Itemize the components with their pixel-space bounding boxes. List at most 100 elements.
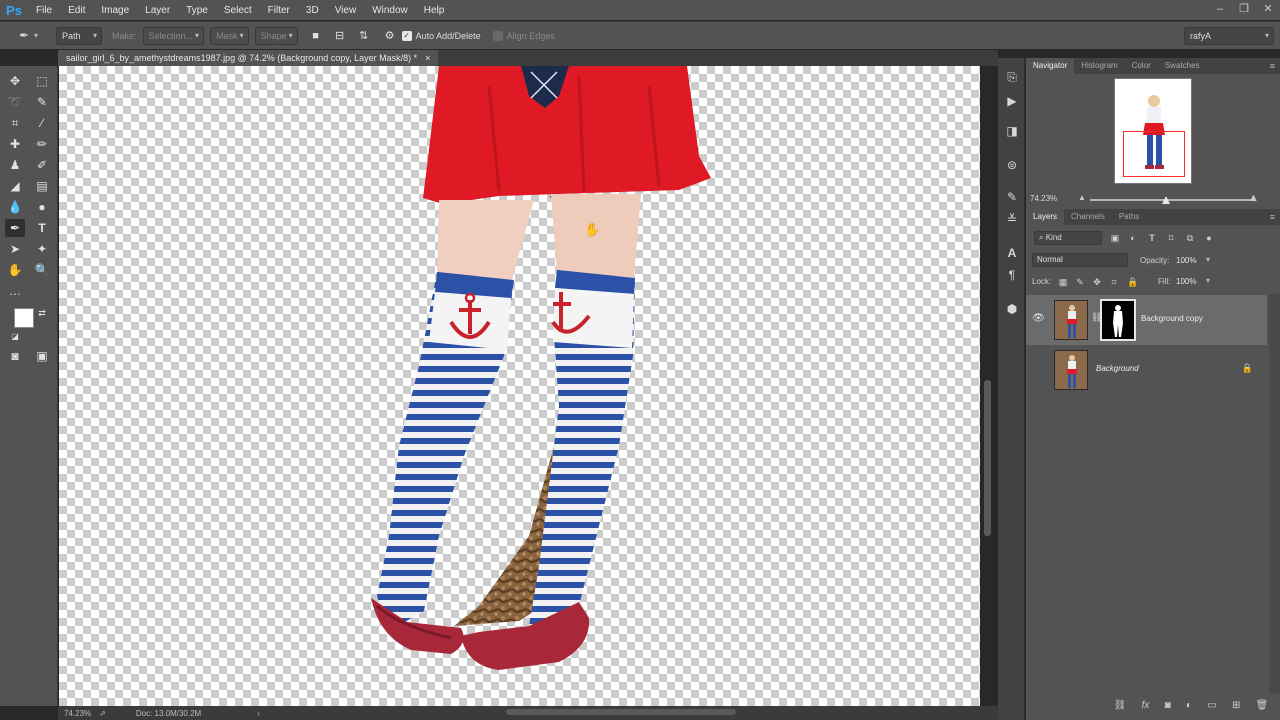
brush-tool-icon[interactable]: ✏ bbox=[32, 135, 52, 153]
adjustment-layer-icon[interactable]: ◐ bbox=[1186, 700, 1192, 716]
paragraph-panel-icon[interactable]: ¶ bbox=[1003, 266, 1021, 284]
lock-transparency-icon[interactable]: ▦ bbox=[1056, 275, 1070, 289]
healing-brush-tool-icon[interactable]: ✚ bbox=[5, 135, 25, 153]
make-selection-button[interactable]: Selection... bbox=[142, 26, 205, 45]
menu-view[interactable]: View bbox=[327, 5, 365, 16]
character-panel-icon[interactable]: A bbox=[1003, 244, 1021, 262]
layer-name[interactable]: Background copy bbox=[1141, 314, 1203, 323]
lock-image-pixels-icon[interactable]: ✎ bbox=[1073, 275, 1087, 289]
make-mask-button[interactable]: Mask bbox=[210, 26, 249, 45]
panel-menu-icon[interactable]: ≡ bbox=[1270, 58, 1275, 74]
history-panel-icon[interactable]: ⎘ bbox=[1003, 68, 1021, 86]
layers-scrollbar[interactable] bbox=[1269, 294, 1280, 694]
status-zoom[interactable]: 74.23% bbox=[64, 709, 91, 718]
quick-selection-tool-icon[interactable]: ✎ bbox=[32, 93, 52, 111]
zoom-tool-icon[interactable]: 🔍 bbox=[32, 261, 52, 279]
3d-panel-icon[interactable]: ⬢ bbox=[1003, 300, 1021, 318]
custom-shape-tool-icon[interactable]: ✦ bbox=[32, 240, 52, 258]
document-tab[interactable]: sailor_girl_6_by_amethystdreams1987.jpg … bbox=[58, 50, 439, 66]
blur-tool-icon[interactable]: 💧 bbox=[5, 198, 25, 216]
layer-name[interactable]: Background bbox=[1096, 364, 1139, 373]
dodge-tool-icon[interactable]: ● bbox=[32, 198, 52, 216]
navigator-zoom-value[interactable]: 74.23% bbox=[1030, 194, 1057, 203]
layer-mask-thumbnail[interactable] bbox=[1100, 299, 1136, 341]
workspace-dropdown[interactable]: rafyA bbox=[1184, 27, 1274, 45]
adjustments-panel-icon[interactable]: ◨ bbox=[1003, 122, 1021, 140]
navigator-thumbnail[interactable] bbox=[1114, 78, 1192, 184]
menu-help[interactable]: Help bbox=[416, 5, 453, 16]
minimize-button[interactable]: – bbox=[1208, 0, 1232, 20]
chevron-down-icon[interactable]: ▾ bbox=[34, 26, 38, 46]
horizontal-scrollbar-thumb[interactable] bbox=[506, 709, 736, 715]
properties-panel-icon[interactable]: ⊜ bbox=[1003, 156, 1021, 174]
filter-smart-object-icon[interactable]: ⧉ bbox=[1183, 231, 1197, 245]
menu-select[interactable]: Select bbox=[216, 5, 260, 16]
filter-type-icon[interactable]: T bbox=[1145, 231, 1159, 245]
menu-layer[interactable]: Layer bbox=[137, 5, 178, 16]
eraser-tool-icon[interactable]: ◢ bbox=[5, 177, 25, 195]
menu-filter[interactable]: Filter bbox=[260, 5, 298, 16]
filter-pixel-icon[interactable]: ▣ bbox=[1108, 231, 1122, 245]
zoom-out-icon[interactable]: ▲ bbox=[1078, 193, 1086, 202]
menu-window[interactable]: Window bbox=[364, 5, 416, 16]
actions-panel-icon[interactable]: ▶ bbox=[1003, 92, 1021, 110]
document-canvas[interactable]: ✋ bbox=[59, 66, 980, 706]
gradient-tool-icon[interactable]: ▤ bbox=[32, 177, 52, 195]
crop-tool-icon[interactable]: ⌗ bbox=[5, 114, 25, 132]
brush-settings-icon[interactable]: ≚ bbox=[1003, 210, 1021, 228]
tab-color[interactable]: Color bbox=[1125, 58, 1158, 74]
close-tab-icon[interactable]: × bbox=[425, 50, 430, 66]
marquee-tool-icon[interactable]: ⬚ bbox=[32, 72, 52, 90]
tab-navigator[interactable]: Navigator bbox=[1026, 58, 1075, 74]
move-tool-icon[interactable]: ✥ bbox=[5, 72, 25, 90]
menu-type[interactable]: Type bbox=[178, 5, 216, 16]
new-group-icon[interactable]: ▭ bbox=[1207, 700, 1216, 716]
layer-row-background-copy[interactable]: 👁 ⛓ Background copy bbox=[1026, 295, 1267, 345]
layers-panel-menu-icon[interactable]: ≡ bbox=[1270, 209, 1275, 225]
menu-edit[interactable]: Edit bbox=[60, 5, 93, 16]
navigator-zoom-knob[interactable] bbox=[1162, 196, 1170, 204]
delete-layer-icon[interactable]: 🗑 bbox=[1256, 700, 1269, 716]
layer-row-background[interactable]: Background 🔒 bbox=[1026, 345, 1267, 395]
path-alignment-icon[interactable]: ⊟ bbox=[332, 28, 348, 44]
history-brush-tool-icon[interactable]: ✐ bbox=[32, 156, 52, 174]
tab-layers[interactable]: Layers bbox=[1026, 209, 1065, 225]
type-tool-icon[interactable]: T bbox=[32, 219, 52, 237]
gear-icon[interactable]: ⚙ bbox=[382, 28, 398, 44]
tab-swatches[interactable]: Swatches bbox=[1158, 58, 1207, 74]
tab-paths[interactable]: Paths bbox=[1112, 209, 1146, 225]
fill-dropdown-icon[interactable]: ▾ bbox=[1206, 276, 1210, 285]
pen-tool-preset-icon[interactable]: ✒ bbox=[16, 28, 32, 44]
eyedropper-tool-icon[interactable]: ⁄ bbox=[32, 114, 52, 132]
path-selection-tool-icon[interactable]: ➤ bbox=[5, 240, 25, 258]
filter-shape-icon[interactable]: ⌑ bbox=[1164, 231, 1178, 245]
lock-artboard-icon[interactable]: ⌗ bbox=[1107, 275, 1121, 289]
navigator-view-box[interactable] bbox=[1123, 131, 1185, 177]
hand-tool-icon[interactable]: ✋ bbox=[5, 261, 25, 279]
new-layer-icon[interactable]: ⊞ bbox=[1232, 700, 1240, 716]
align-edges-checkbox[interactable]: Align Edges bbox=[492, 26, 555, 46]
auto-add-delete-checkbox[interactable]: ✓ Auto Add/Delete bbox=[401, 26, 481, 46]
tab-histogram[interactable]: Histogram bbox=[1074, 58, 1124, 74]
lasso-tool-icon[interactable]: ➰ bbox=[5, 93, 25, 111]
add-mask-icon[interactable]: ◙ bbox=[1165, 700, 1171, 716]
fill-value[interactable]: 100% bbox=[1176, 277, 1196, 286]
foreground-color-swatch[interactable] bbox=[14, 308, 34, 328]
visibility-eye-icon[interactable]: 👁 bbox=[1032, 313, 1045, 324]
navigator-zoom-slider[interactable] bbox=[1090, 199, 1252, 201]
link-layers-icon[interactable]: ⛓ bbox=[1114, 700, 1127, 716]
lock-position-icon[interactable]: ✥ bbox=[1090, 275, 1104, 289]
quick-mask-icon[interactable]: ◙ bbox=[5, 347, 25, 365]
brushes-panel-icon[interactable]: ✎ bbox=[1003, 188, 1021, 206]
tab-channels[interactable]: Channels bbox=[1064, 209, 1112, 225]
menu-file[interactable]: File bbox=[28, 5, 60, 16]
opacity-value[interactable]: 100% bbox=[1176, 256, 1196, 265]
menu-3d[interactable]: 3D bbox=[298, 5, 327, 16]
vertical-scrollbar-thumb[interactable] bbox=[984, 380, 991, 536]
pen-tool-icon[interactable]: ✒ bbox=[5, 219, 25, 237]
clone-stamp-tool-icon[interactable]: ♟ bbox=[5, 156, 25, 174]
close-button[interactable]: ✕ bbox=[1256, 0, 1280, 20]
filter-toggle-icon[interactable]: ● bbox=[1202, 231, 1216, 245]
default-colors-icon[interactable]: ◪ bbox=[5, 328, 25, 346]
layer-filter-dropdown[interactable]: ⌕ Kind bbox=[1034, 231, 1102, 245]
